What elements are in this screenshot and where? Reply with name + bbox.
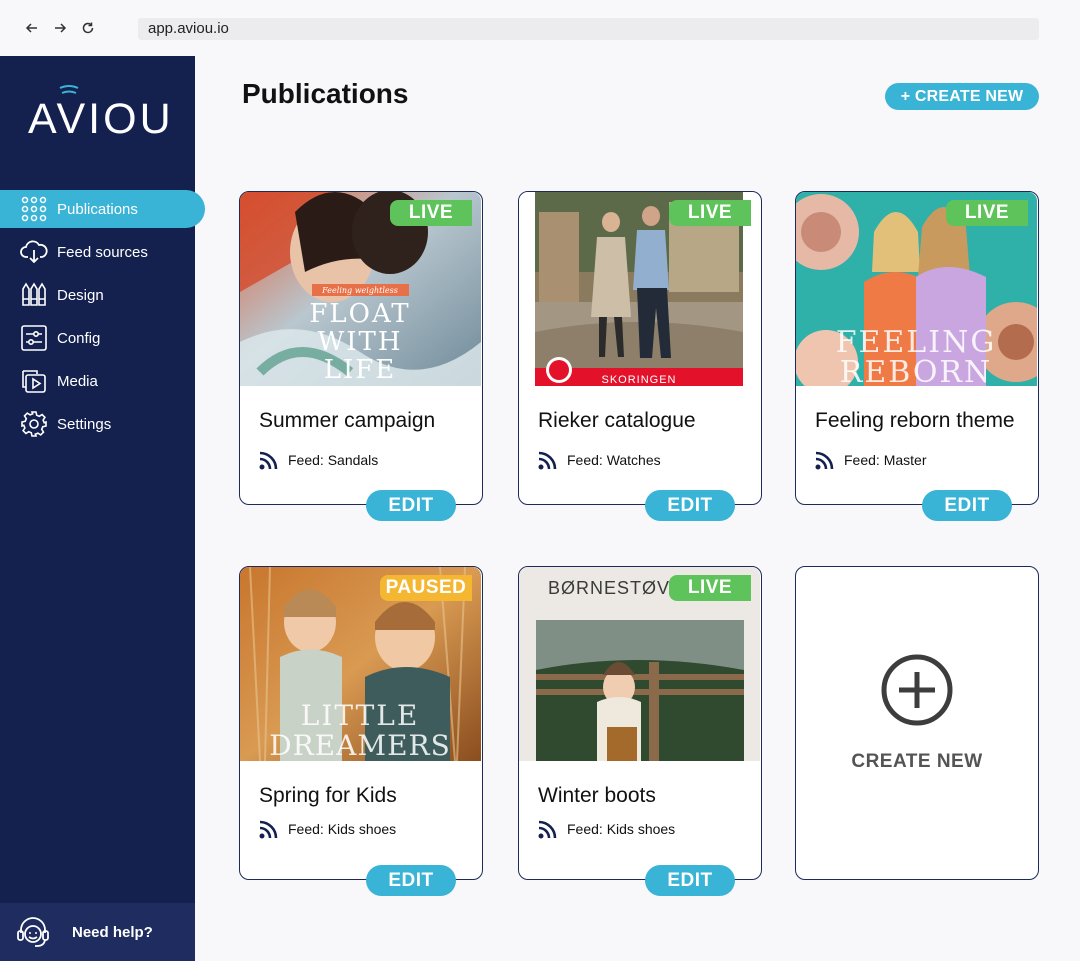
sidebar-item-feed-sources[interactable]: Feed sources (0, 233, 205, 271)
edit-button[interactable]: EDIT (366, 865, 456, 896)
grid-icon (20, 195, 48, 223)
status-badge: LIVE (390, 200, 472, 226)
edit-button[interactable]: EDIT (366, 490, 456, 521)
sidebar-item-label: Design (57, 286, 104, 304)
sidebar-item-label: Media (57, 372, 98, 390)
aviou-logo[interactable]: AVIOU (28, 85, 174, 143)
publication-title: Rieker catalogue (538, 409, 696, 432)
rss-icon (538, 451, 557, 470)
publication-card[interactable]: BØRNESTØV LIVE Winter boots Feed: Kids s… (518, 566, 762, 896)
pens-icon (20, 281, 48, 309)
publication-title: Spring for Kids (259, 784, 397, 807)
url-bar[interactable]: app.aviou.io (138, 18, 1039, 40)
feed-info: Feed: Kids shoes (538, 819, 675, 839)
sidebar-item-label: Publications (57, 200, 138, 218)
edit-button[interactable]: EDIT (645, 865, 735, 896)
feed-label: Feed: Kids shoes (288, 821, 397, 837)
sidebar-item-settings[interactable]: Settings (0, 405, 205, 443)
thumbnail-headline-line: LIFE (324, 355, 397, 385)
publication-card[interactable]: SKORINGEN LIVE Rieker catalogue Feed: Wa… (518, 191, 762, 521)
status-badge: PAUSED (380, 575, 472, 601)
feed-info: Feed: Watches (538, 450, 661, 470)
status-badge: LIVE (669, 200, 751, 226)
sidebar: AVIOU Publications Feed sources Design C… (0, 56, 205, 961)
rss-icon (259, 451, 278, 470)
feed-label: Feed: Watches (567, 452, 661, 468)
sliders-icon (20, 324, 48, 352)
reload-icon[interactable] (77, 17, 99, 39)
thumbnail-brand: SKORINGEN (601, 374, 676, 386)
logo-text: AVIOU (28, 95, 174, 143)
need-help-label: Need help? (72, 923, 153, 941)
headset-icon (16, 915, 50, 949)
feed-info: Feed: Master (815, 450, 926, 470)
gear-icon (20, 410, 48, 438)
sidebar-item-label: Settings (57, 415, 112, 433)
thumbnail-headline-line: FLOAT (309, 299, 410, 329)
thumbnail-headline-line: REBORN (840, 355, 993, 386)
thumbnail-tagline: Feeling weightless (321, 286, 398, 295)
publication-title: Feeling reborn theme (815, 409, 1015, 432)
page-title: Publications (242, 78, 409, 109)
media-icon (20, 367, 48, 395)
thumbnail-headline-line: LITTLE (301, 699, 420, 732)
feed-info: Feed: Sandals (259, 450, 378, 470)
status-badge: LIVE (946, 200, 1028, 226)
edit-button[interactable]: EDIT (922, 490, 1012, 521)
feed-label: Feed: Kids shoes (567, 821, 676, 837)
create-new-button[interactable]: + CREATE NEW (885, 83, 1039, 110)
plus-circle-icon (881, 654, 953, 726)
feed-info: Feed: Kids shoes (259, 819, 396, 839)
publication-title: Summer campaign (259, 409, 436, 432)
thumbnail-brand: BØRNESTØV (548, 578, 670, 598)
publication-card[interactable]: FEELING REBORN LIVE Feeling reborn theme… (795, 191, 1039, 521)
sidebar-item-design[interactable]: Design (0, 276, 205, 314)
arrow-left-icon[interactable] (21, 17, 43, 39)
feed-label: Feed: Sandals (288, 452, 379, 468)
browser-chrome: app.aviou.io (0, 0, 1080, 56)
arrow-right-icon[interactable] (49, 17, 71, 39)
need-help-button[interactable]: Need help? (0, 903, 195, 961)
create-new-label: CREATE NEW (851, 751, 983, 772)
sidebar-item-label: Feed sources (57, 243, 148, 261)
sidebar-item-media[interactable]: Media (0, 362, 205, 400)
thumbnail-headline-line: DREAMERS (269, 729, 451, 761)
status-badge: LIVE (669, 575, 751, 601)
sidebar-item-label: Config (57, 329, 101, 347)
publication-title: Winter boots (538, 784, 656, 807)
create-new-card[interactable]: CREATE NEW (795, 566, 1039, 880)
publication-card[interactable]: LITTLE DREAMERS PAUSED Spring for Kids F… (239, 566, 483, 896)
cloud-download-icon (20, 238, 48, 266)
edit-button[interactable]: EDIT (645, 490, 735, 521)
rss-icon (815, 451, 834, 470)
publication-card[interactable]: Feeling weightless FLOAT WITH LIFE LIVE … (239, 191, 483, 521)
sidebar-item-config[interactable]: Config (0, 319, 205, 357)
feed-label: Feed: Master (844, 452, 927, 468)
sidebar-item-publications[interactable]: Publications (0, 190, 205, 228)
thumbnail-headline-line: WITH (317, 327, 402, 357)
rss-icon (259, 820, 278, 839)
rss-icon (538, 820, 557, 839)
